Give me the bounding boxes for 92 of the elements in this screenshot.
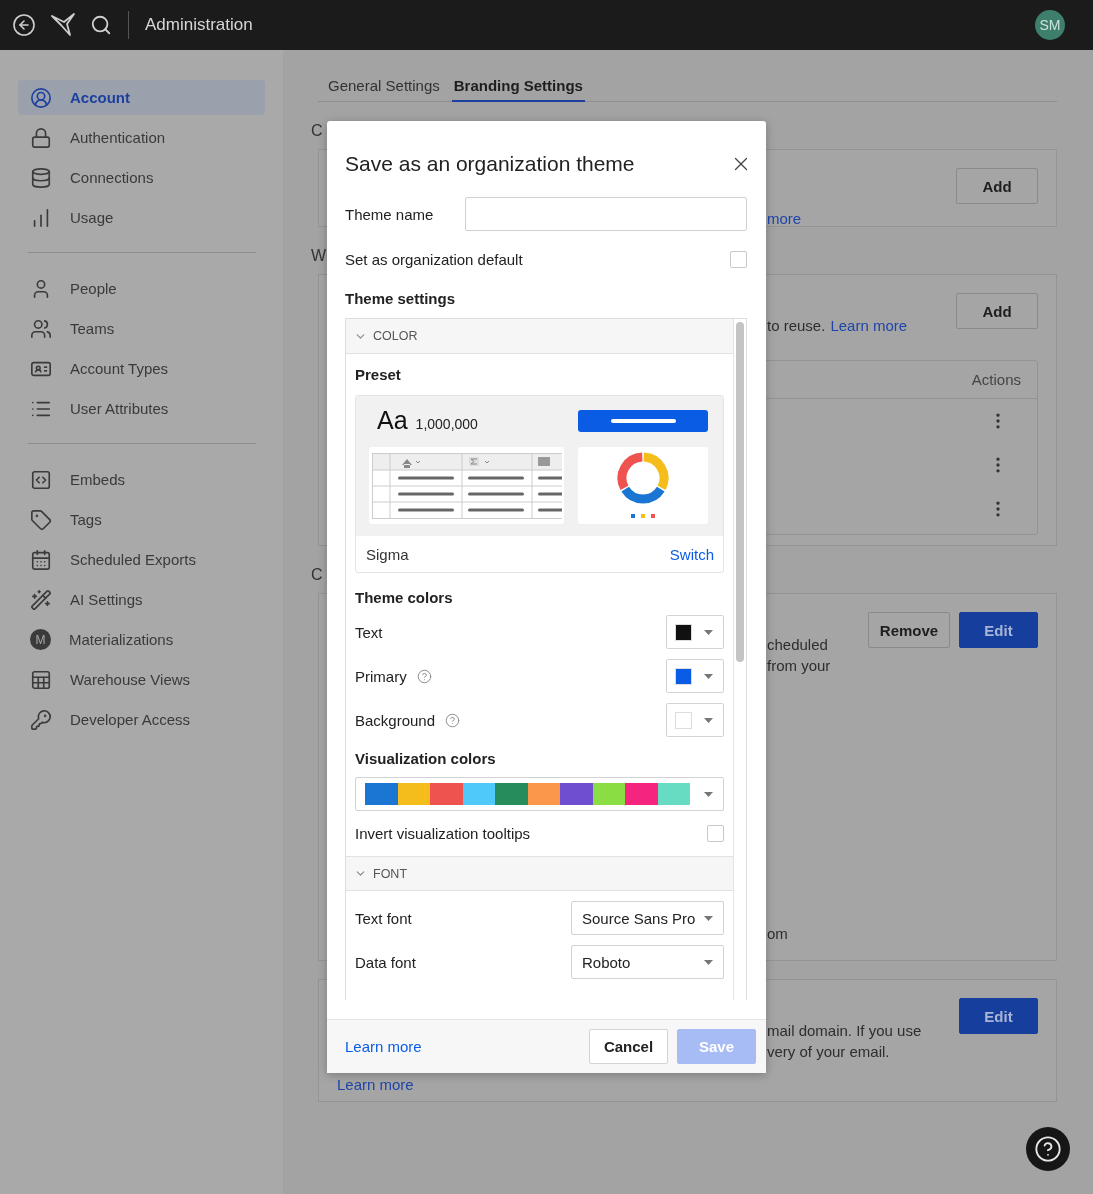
help-icon <box>1034 1135 1062 1163</box>
caret-icon <box>704 959 713 965</box>
sidebar-item[interactable]: Connections <box>18 160 265 195</box>
column-header: Actions <box>971 371 1021 388</box>
cancel-button[interactable]: Cancel <box>589 1029 668 1064</box>
sidebar-item[interactable]: Account Types <box>18 351 265 386</box>
caret-icon <box>704 673 713 679</box>
caret-icon <box>704 629 713 635</box>
sidebar-item[interactable]: Developer Access <box>18 702 265 737</box>
font-select[interactable]: Roboto <box>571 945 724 979</box>
letter-circle-icon: M <box>30 629 51 650</box>
default-checkbox[interactable] <box>730 251 747 268</box>
lock-icon <box>30 126 52 149</box>
secondary-button[interactable]: Add <box>956 293 1038 329</box>
theme-name-field[interactable] <box>465 197 747 231</box>
section-title: C <box>311 567 323 583</box>
switch-link[interactable]: Switch <box>669 545 714 563</box>
field-label: Theme name <box>345 205 434 223</box>
color-label: Background <box>355 711 436 729</box>
edit-button[interactable]: Edit <box>959 612 1038 648</box>
sidebar-item[interactable]: Usage <box>18 200 265 235</box>
dialog-title: Save as an organization theme <box>345 152 635 176</box>
sidebar-item[interactable]: M Materializations <box>18 622 265 657</box>
sidebar-item[interactable]: People <box>18 271 265 306</box>
code-icon <box>30 468 52 491</box>
search-button[interactable] <box>90 14 112 36</box>
sidebar-item[interactable]: Scheduled Exports <box>18 542 265 577</box>
field-label: Text font <box>355 909 412 927</box>
key-icon <box>30 708 52 731</box>
database-icon <box>30 166 52 189</box>
sidebar-item[interactable]: User Attributes <box>18 391 265 426</box>
secondary-button[interactable]: Add <box>956 168 1038 204</box>
help-button[interactable] <box>1026 1127 1070 1171</box>
font-select[interactable]: Source Sans Pro <box>571 901 724 935</box>
caret-icon <box>704 915 713 921</box>
description-text: from your <box>767 657 831 674</box>
description-text: to reuse. <box>767 317 826 334</box>
sidebar-item[interactable]: Authentication <box>18 120 265 155</box>
page-title: Administration <box>145 15 254 35</box>
section-title: W <box>311 248 327 264</box>
color-picker[interactable] <box>666 659 724 693</box>
sidebar-item[interactable]: Account <box>18 80 265 115</box>
secondary-button[interactable]: Remove <box>868 612 950 648</box>
sidebar-item[interactable]: Embeds <box>18 462 265 497</box>
learn-more-link[interactable]: Learn more <box>345 1038 580 1055</box>
people-icon <box>30 317 52 340</box>
user-avatar[interactable]: SM <box>1035 10 1065 40</box>
color-label: Primary <box>355 667 407 685</box>
description-text: mail domain. If you use <box>767 1022 922 1039</box>
description-text: very of your email. <box>767 1043 890 1060</box>
sample-text: Aa <box>377 406 408 435</box>
donut-chart-drawing <box>617 451 669 520</box>
section-heading: Theme settings <box>345 290 457 307</box>
caret-icon <box>704 791 713 797</box>
back-button[interactable] <box>12 13 36 37</box>
help-icon[interactable] <box>445 712 461 728</box>
table-icon <box>30 668 52 691</box>
field-label: Data font <box>355 953 416 971</box>
learn-more-link[interactable]: Learn more <box>830 317 908 334</box>
learn-more-link[interactable]: Learn more <box>337 1076 414 1093</box>
caret-icon <box>704 717 713 723</box>
color-picker[interactable] <box>666 615 724 649</box>
sidebar-item[interactable]: Teams <box>18 311 265 346</box>
section-heading: Preset <box>355 366 402 383</box>
description-text: cheduled <box>767 636 828 653</box>
sidebar-item[interactable]: Tags <box>18 502 265 537</box>
edit-button[interactable]: Edit <box>959 998 1038 1034</box>
sidebar-item[interactable]: Warehouse Views <box>18 662 265 697</box>
description-text: om <box>767 925 788 942</box>
color-label: Text <box>355 623 383 641</box>
tag-icon <box>30 508 52 531</box>
preset-name: Sigma <box>366 545 409 563</box>
magic-wand-icon <box>30 588 52 611</box>
palette-picker[interactable] <box>355 777 724 811</box>
tab[interactable]: Branding Settings <box>451 72 585 102</box>
color-section-header[interactable]: COLOR <box>346 319 733 354</box>
section-heading: Theme colors <box>355 589 454 606</box>
section-heading: Visualization colors <box>355 750 497 767</box>
sample-number: 1,000,000 <box>415 416 478 432</box>
calendar-icon <box>30 548 52 571</box>
tab[interactable]: General Settings <box>326 72 442 102</box>
checkbox-label: Set as organization default <box>345 251 523 268</box>
font-section-header[interactable]: FONT <box>346 856 733 891</box>
section-title: C <box>311 123 323 139</box>
learn-more-link[interactable]: more <box>767 210 802 227</box>
invert-checkbox[interactable] <box>707 824 724 842</box>
scrollbar-thumb[interactable] <box>736 322 744 662</box>
checkbox-label: Invert visualization tooltips <box>355 824 531 842</box>
color-picker[interactable] <box>666 703 724 737</box>
help-icon[interactable] <box>416 668 432 684</box>
account-icon <box>30 86 52 109</box>
sidebar-item[interactable]: AI Settings <box>18 582 265 617</box>
